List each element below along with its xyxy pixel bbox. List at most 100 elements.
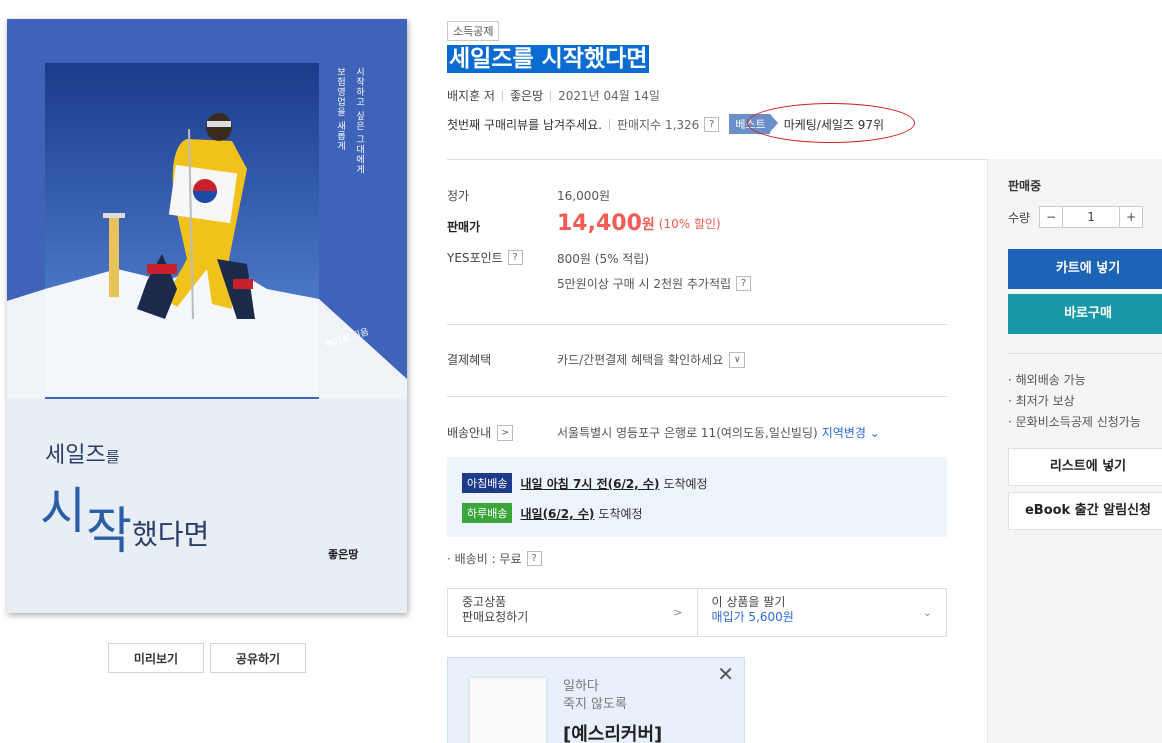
used-goods-panel: 중고상품 판매요청하기 > 이 상품을 팔기 매입가 5,600원 ⌄ xyxy=(447,588,947,637)
buy-now-button[interactable]: 바로구매 xyxy=(1008,294,1162,334)
add-to-cart-button[interactable]: 카트에 넣기 xyxy=(1008,249,1162,289)
shipping-fee-help-icon[interactable]: ? xyxy=(526,551,542,566)
morning-delivery-badge: 아침배송 xyxy=(462,473,513,493)
cover-publisher-logo: 좋은땅 xyxy=(328,548,359,561)
divider xyxy=(447,159,987,160)
shipping-address: 서울특별시 영등포구 은행로 11(여의도동,일신빌딩) xyxy=(557,426,818,440)
payment-label: 결제혜택 xyxy=(447,353,492,367)
day-delivery-badge: 하루배송 xyxy=(462,503,513,523)
divider xyxy=(550,90,552,101)
points-extra: 5만원이상 구매 시 2천원 추가적립 xyxy=(557,277,732,291)
used-right-line1: 이 상품을 팔기 xyxy=(711,595,786,609)
quantity-row: 수량 − 1 + xyxy=(1008,206,1144,228)
points-label: YES포인트 xyxy=(447,251,503,265)
promo-line2: 죽지 않도록 xyxy=(563,697,627,712)
sale-price-unit: 원 xyxy=(641,216,655,233)
list-price-label: 정가 xyxy=(447,189,470,203)
recover-promo-banner[interactable]: 일하다 죽지 않도록 [예스리커버] ✕ xyxy=(447,657,745,743)
sale-price-value: 14,400 xyxy=(557,211,642,236)
shipping-fee-text: 배송비 : 무료 xyxy=(454,552,522,566)
chevron-right-icon: > xyxy=(673,606,683,619)
used-left-line1: 중고상품 xyxy=(462,595,507,609)
cover-title-char2: 작 xyxy=(86,502,132,560)
review-prompt-link[interactable]: 첫번째 구매리뷰를 남겨주세요. xyxy=(447,116,602,133)
promo-text: 일하다 죽지 않도록 xyxy=(563,678,627,714)
sell-this-item[interactable]: 이 상품을 팔기 매입가 5,600원 ⌄ xyxy=(696,589,947,636)
quantity-plus-button[interactable]: + xyxy=(1120,207,1142,227)
cover-title-particle: 를 xyxy=(105,448,120,466)
payment-benefit[interactable]: 카드/간편결제 혜택을 확인하세요 ∨ xyxy=(557,351,746,368)
service-info-item: · 문화비소득공제 신청가능 xyxy=(1008,415,1141,429)
promo-line3: [예스리커버] xyxy=(563,724,663,743)
points-help-icon[interactable]: ? xyxy=(507,250,523,265)
points-value: 800원 (5% 적립) xyxy=(557,252,650,266)
service-info-item: · 최저가 보상 xyxy=(1008,394,1075,408)
quantity-minus-button[interactable]: − xyxy=(1040,207,1062,227)
change-region-link[interactable]: 지역변경 ⌄ xyxy=(822,424,880,441)
author-link[interactable]: 배지훈 저 xyxy=(447,87,495,104)
day-delivery-time[interactable]: 내일(6/2, 수) xyxy=(520,505,594,522)
ebook-alert-button[interactable]: eBook 출간 알림신청 xyxy=(1008,492,1162,530)
service-info-item: · 해외배송 가능 xyxy=(1008,373,1086,387)
product-meta: 배지훈 저 좋은땅 2021년 04월 14일 xyxy=(447,87,660,104)
share-button[interactable]: 공유하기 xyxy=(210,643,306,673)
close-icon[interactable]: ✕ xyxy=(717,664,734,684)
morning-delivery-suffix: 도착예정 xyxy=(663,476,708,491)
shipping-label: 배송안내 xyxy=(447,426,492,440)
tax-deduction-tag: 소득공제 xyxy=(447,21,500,41)
purchase-sidebar: 판매중 수량 − 1 + 카트에 넣기 바로구매 · 해외배송 가능 · 최저가… xyxy=(987,159,1162,743)
day-delivery-row: 하루배송 내일(6/2, 수) 도착예정 xyxy=(462,503,643,523)
divider xyxy=(501,90,503,101)
used-sell-request[interactable]: 중고상품 판매요청하기 > xyxy=(448,589,697,636)
discount-rate: (10% 할인) xyxy=(658,217,721,231)
list-price: 16,000원 xyxy=(557,189,611,203)
cover-vertical-line2: 시작하고 싶은 그대에게 xyxy=(354,67,364,175)
buyback-price: 매입가 5,600원 xyxy=(711,610,794,624)
used-left-line2: 판매요청하기 xyxy=(462,610,529,624)
service-info-list: · 해외배송 가능 · 최저가 보상 · 문화비소득공제 신청가능 xyxy=(1008,370,1141,433)
delivery-estimate-box: 아침배송 내일 아침 7시 전(6/2, 수) 도착예정 하루배송 내일(6/2… xyxy=(447,457,947,537)
publisher-link[interactable]: 좋은땅 xyxy=(510,87,543,104)
chevron-down-icon[interactable]: ∨ xyxy=(729,351,746,368)
morning-delivery-row: 아침배송 내일 아침 7시 전(6/2, 수) 도착예정 xyxy=(462,473,708,493)
quantity-input[interactable]: 1 xyxy=(1062,207,1121,227)
sales-index: 판매지수 1,326 xyxy=(616,117,700,132)
cover-actions: 미리보기 공유하기 xyxy=(108,643,306,673)
shipping-label-row: 배송안내 > xyxy=(447,424,514,441)
cover-title-rest: 했다면 xyxy=(132,518,210,551)
chevron-down-icon: ⌄ xyxy=(922,606,932,619)
payment-benefit-text: 카드/간편결제 혜택을 확인하세요 xyxy=(557,353,724,367)
cover-vertical-text: 보험영업을 새롭게 시작하고 싶은 그대에게 xyxy=(334,67,374,207)
quantity-stepper: − 1 + xyxy=(1039,206,1144,228)
quantity-label: 수량 xyxy=(1008,210,1031,225)
shipping-address-row: 서울특별시 영등포구 은행로 11(여의도동,일신빌딩) 지역변경 ⌄ xyxy=(557,424,880,441)
divider xyxy=(1008,353,1162,354)
promo-line1: 일하다 xyxy=(563,679,599,694)
preview-button[interactable]: 미리보기 xyxy=(108,643,204,673)
sales-index-help-icon[interactable]: ? xyxy=(704,116,720,132)
shipping-fee: · 배송비 : 무료 xyxy=(447,552,522,566)
add-to-list-button[interactable]: 리스트에 넣기 xyxy=(1008,448,1162,486)
book-cover[interactable]: 보험영업을 새롭게 시작하고 싶은 그대에게 배지훈 지음 세일즈를 시작했다면… xyxy=(7,19,407,613)
cover-vertical-line1: 보험영업을 새롭게 xyxy=(335,67,345,151)
chevron-right-icon[interactable]: > xyxy=(497,424,514,441)
sale-price-label: 판매가 xyxy=(447,220,481,234)
points-extra-row: 5만원이상 구매 시 2천원 추가적립 ? xyxy=(557,275,752,292)
highlight-ellipse xyxy=(747,103,915,143)
day-delivery-suffix: 도착예정 xyxy=(598,506,643,521)
sale-status: 판매중 xyxy=(1008,179,1042,193)
points-extra-help-icon[interactable]: ? xyxy=(736,276,752,291)
divider xyxy=(447,324,947,325)
morning-delivery-time[interactable]: 내일 아침 7시 전(6/2, 수) xyxy=(520,475,659,492)
publish-date: 2021년 04월 14일 xyxy=(558,89,660,103)
promo-book-thumbnail xyxy=(470,678,546,743)
cover-title-line2: 시작했다면 xyxy=(40,471,209,560)
shipping-fee-row: · 배송비 : 무료 ? xyxy=(447,550,542,567)
product-title: 세일즈를 시작했다면 xyxy=(447,45,650,73)
divider xyxy=(608,118,610,130)
points-label-row: YES포인트 ? xyxy=(447,249,523,266)
divider xyxy=(447,396,947,397)
cover-title-main: 세일즈 xyxy=(45,443,106,468)
sale-price: 14,400 원 (10% 할인) xyxy=(557,211,721,236)
cover-title-char1: 시 xyxy=(40,482,86,540)
